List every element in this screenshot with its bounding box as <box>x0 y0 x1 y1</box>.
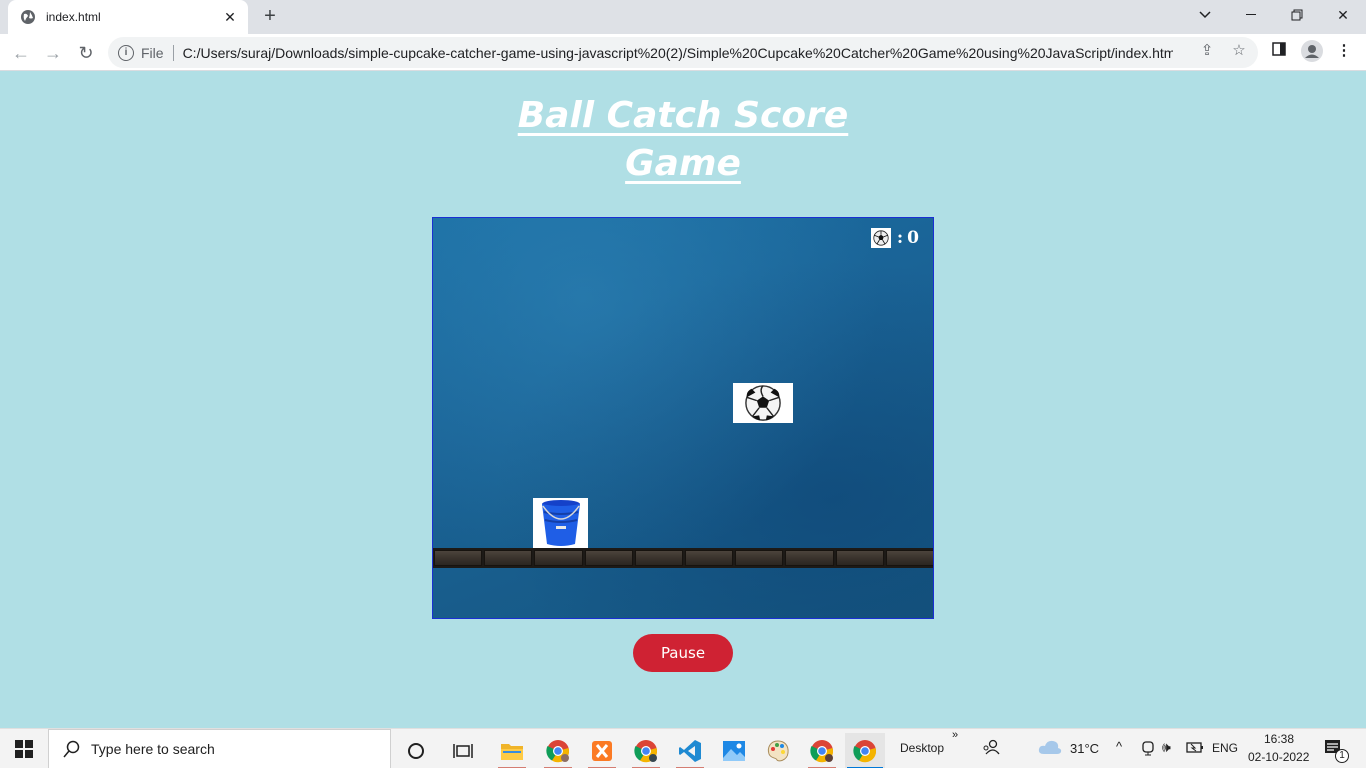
reload-icon: ↻ <box>78 42 94 63</box>
taskbar-chrome-profile-3[interactable] <box>802 733 842 768</box>
url-text[interactable]: C:/Users/suraj/Downloads/simple-cupcake-… <box>183 45 1173 61</box>
taskbar-file-explorer[interactable] <box>492 733 532 768</box>
cortana-circle-icon <box>408 743 424 759</box>
start-button[interactable] <box>0 729 48 768</box>
search-icon <box>63 740 80 758</box>
taskbar-paint[interactable] <box>758 733 798 768</box>
tab-search-button[interactable] <box>1182 0 1228 30</box>
close-tab-icon[interactable]: ✕ <box>222 9 238 26</box>
tray-overflow-chevron-icon[interactable]: ^ <box>1116 739 1122 754</box>
globe-icon <box>21 10 35 24</box>
menu-kebab-icon[interactable]: ⋮ <box>1335 42 1353 60</box>
desktop-toolbar-label[interactable]: Desktop <box>900 741 944 755</box>
info-icon[interactable]: i <box>118 44 134 61</box>
back-button[interactable]: ← <box>8 40 34 66</box>
floor-brick <box>735 550 784 566</box>
player-bucket[interactable] <box>533 498 588 548</box>
language-indicator[interactable]: ENG <box>1212 741 1238 755</box>
restore-icon <box>1291 9 1303 21</box>
taskbar-xampp[interactable] <box>582 733 622 768</box>
browser-tab-bar: index.html ✕ + ✕ <box>0 0 1366 34</box>
people-icon[interactable] <box>982 738 1000 759</box>
chevron-down-icon <box>1199 11 1211 19</box>
chrome-icon <box>853 740 877 763</box>
bucket-icon <box>541 500 580 546</box>
page-title-line-1: Ball Catch Score <box>517 95 849 136</box>
score-display: : 0 <box>870 228 919 248</box>
tab-title: index.html <box>46 10 101 24</box>
search-placeholder: Type here to search <box>91 741 215 757</box>
restore-button[interactable] <box>1274 0 1320 30</box>
score-value: 0 <box>907 228 919 248</box>
floor-brick <box>534 550 583 566</box>
floor-brick <box>484 550 533 566</box>
paint-palette-icon <box>767 740 789 762</box>
chrome-icon <box>546 740 570 763</box>
profile-avatar-icon[interactable] <box>1301 40 1323 62</box>
folder-icon <box>501 744 523 760</box>
xampp-icon <box>592 741 612 761</box>
falling-ball <box>733 383 793 423</box>
floor-brick <box>885 550 933 566</box>
taskbar-search-box[interactable]: Type here to search <box>48 729 391 768</box>
close-icon: ✕ <box>1337 6 1349 23</box>
chrome-icon <box>810 740 834 763</box>
taskbar-vscode[interactable] <box>670 733 710 768</box>
score-separator: : <box>896 228 904 248</box>
taskbar-chrome-profile-2[interactable] <box>626 733 666 768</box>
taskbar-photos[interactable] <box>714 733 754 768</box>
floor-brick <box>785 550 834 566</box>
floor-brick <box>835 550 884 566</box>
share-icon[interactable]: ⇪ <box>1198 42 1216 60</box>
forward-button[interactable]: → <box>40 40 66 66</box>
floor-brick <box>634 550 684 566</box>
brick-floor <box>433 548 933 568</box>
reload-button[interactable]: ↻ <box>73 40 99 66</box>
chrome-icon <box>634 740 658 763</box>
page-title-line-2: Game <box>625 143 741 184</box>
pause-button[interactable]: Pause <box>633 634 733 672</box>
forward-arrow-icon: → <box>44 42 62 63</box>
bookmark-star-icon[interactable]: ☆ <box>1230 42 1248 60</box>
cortana-button[interactable] <box>396 733 436 768</box>
side-panel-icon[interactable] <box>1270 42 1288 60</box>
task-view-icon <box>453 744 473 758</box>
back-arrow-icon: ← <box>12 42 30 63</box>
taskbar-chrome-profile-1[interactable] <box>538 733 578 768</box>
page-title: Ball Catch Score Game <box>483 92 883 188</box>
volume-icon[interactable]: 🕪 <box>1162 739 1171 756</box>
url-scheme-label: File <box>141 44 174 61</box>
taskbar-chrome-active[interactable] <box>845 733 885 768</box>
browser-toolbar: ← → ↻ i File C:/Users/suraj/Downloads/si… <box>0 34 1366 71</box>
notification-count-badge: 1 <box>1335 749 1349 763</box>
weather-cloud-icon[interactable] <box>1038 739 1062 758</box>
soccer-ball-icon <box>870 228 891 248</box>
battery-icon[interactable] <box>1186 741 1204 756</box>
toolbar-overflow-chevron-icon[interactable]: » <box>952 729 958 741</box>
address-bar[interactable]: i File C:/Users/suraj/Downloads/simple-c… <box>108 37 1258 68</box>
browser-tab[interactable]: index.html ✕ <box>8 0 248 34</box>
minimize-button[interactable] <box>1228 0 1274 30</box>
task-view-button[interactable] <box>443 733 483 768</box>
game-board[interactable]: : 0 <box>432 217 934 619</box>
clock-date[interactable]: 02-10-2022 <box>1248 750 1309 764</box>
windows-logo-icon <box>15 740 33 758</box>
minimize-icon <box>1246 14 1256 15</box>
photos-icon <box>723 741 745 761</box>
floor-brick <box>584 550 633 566</box>
vscode-icon <box>679 740 701 762</box>
close-window-button[interactable]: ✕ <box>1320 0 1366 30</box>
soccer-ball-icon <box>745 385 781 421</box>
clock-time[interactable]: 16:38 <box>1264 732 1294 746</box>
new-tab-button[interactable]: + <box>258 6 282 28</box>
floor-brick <box>685 550 734 566</box>
weather-temperature[interactable]: 31°C <box>1070 741 1099 756</box>
floor-brick <box>434 550 483 566</box>
taskbar: Type here to search Desktop » 31°C ^ 🕪 E… <box>0 728 1366 768</box>
meet-now-icon[interactable] <box>1140 740 1156 759</box>
